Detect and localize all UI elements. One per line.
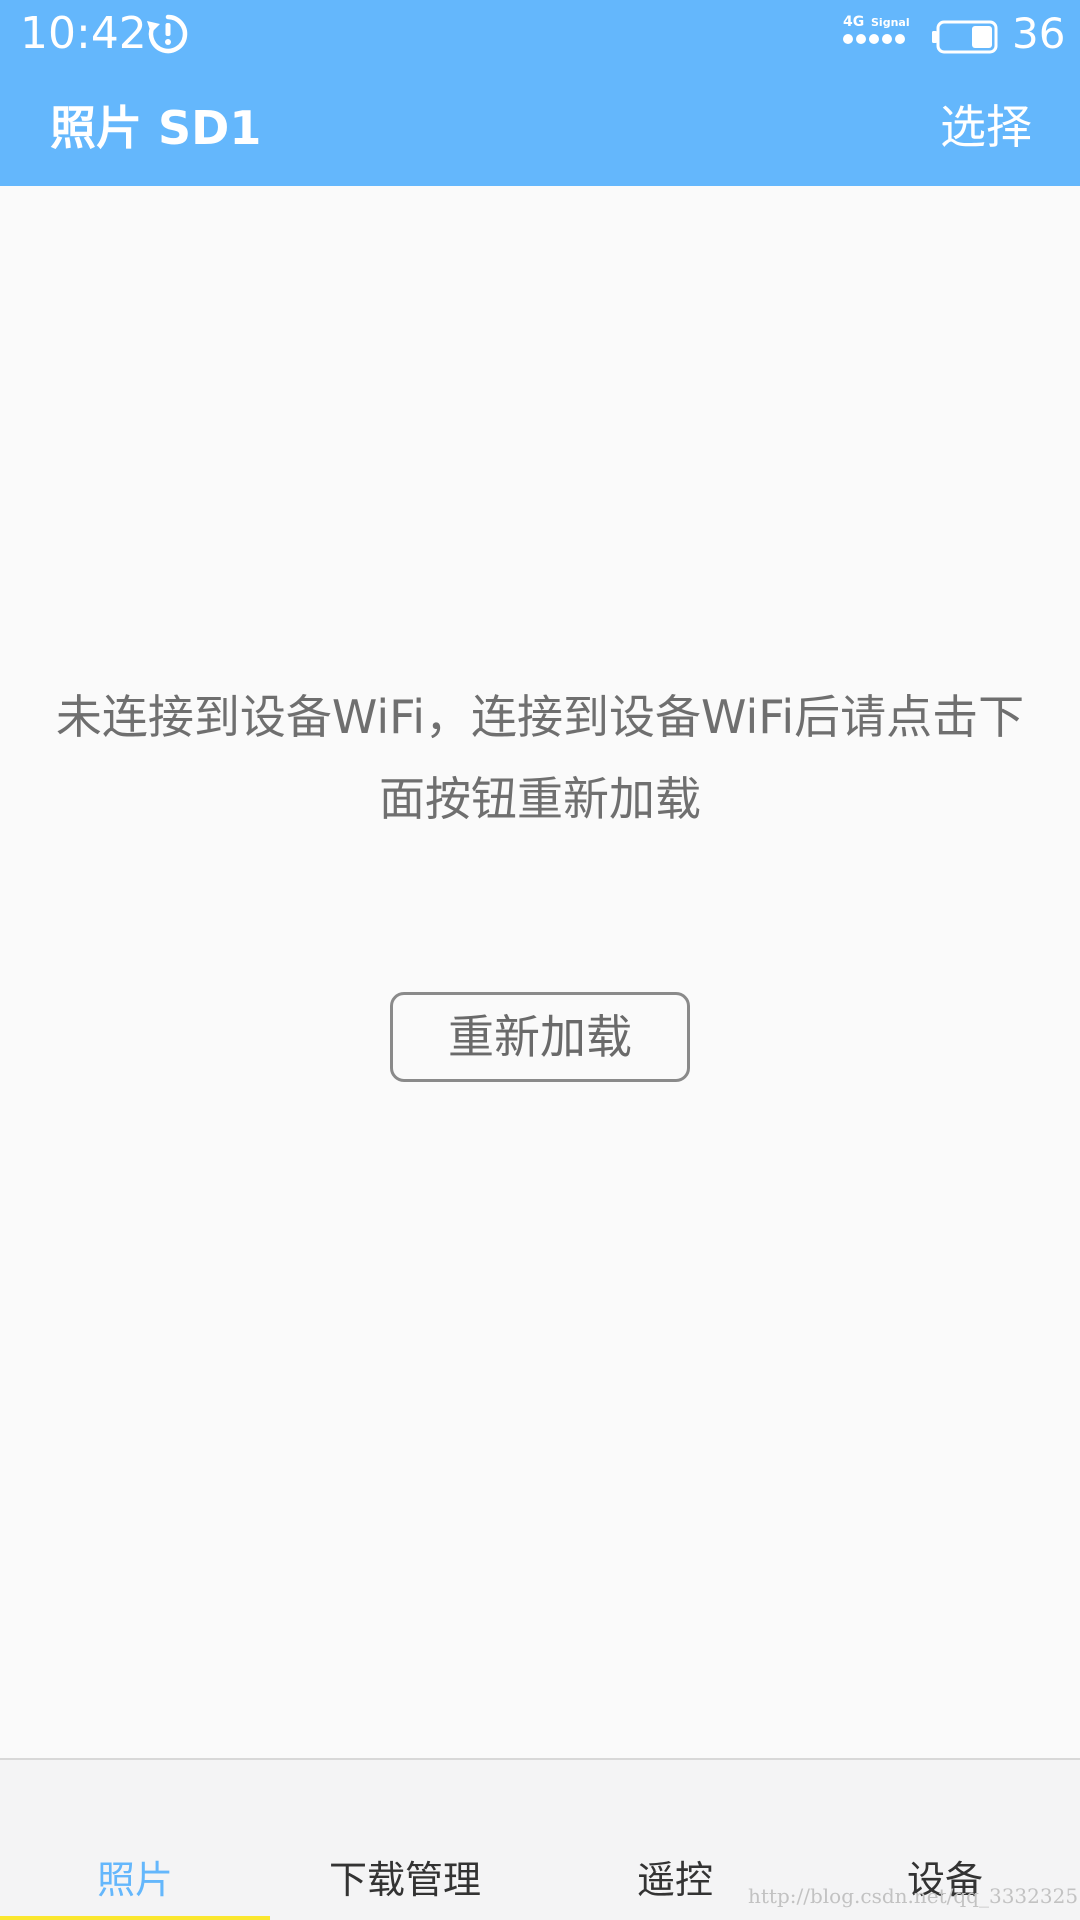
battery-level: 36 [1012, 9, 1066, 58]
network-type: 4G [843, 14, 865, 30]
signal-label: Signal [871, 16, 910, 29]
selected-tab-indicator [0, 1916, 270, 1920]
signal-indicator: 4G Signal [843, 14, 913, 56]
page-title: 照片 SD1 [50, 101, 262, 155]
sync-icon [147, 14, 188, 54]
reload-button[interactable]: 重新加载 [390, 992, 690, 1082]
signal-strength-icon [843, 34, 905, 44]
main-content: 未连接到设备WiFi，连接到设备WiFi后请点击下面按钮重新加载 重新加载 [0, 186, 1080, 1758]
status-time: 10:42 [20, 8, 147, 59]
battery-icon [932, 20, 998, 54]
header: 10:42 4G Signal 36 照片 SD1 选择 [0, 0, 1080, 186]
status-bar: 10:42 4G Signal 36 [0, 0, 1080, 70]
tab-photos[interactable]: 照片 [0, 1854, 270, 1906]
wifi-disconnected-message: 未连接到设备WiFi，连接到设备WiFi后请点击下面按钮重新加载 [55, 690, 1025, 826]
tab-download-management[interactable]: 下载管理 [270, 1854, 540, 1906]
select-button[interactable]: 选择 [940, 96, 1032, 158]
app-screen: 10:42 4G Signal 36 照片 SD1 选择 未连接到设备WiFi，… [0, 0, 1080, 1920]
app-bar: 照片 SD1 选择 [0, 70, 1080, 186]
watermark: http://blog.csdn.net/qq_33323251 [748, 1884, 1080, 1908]
